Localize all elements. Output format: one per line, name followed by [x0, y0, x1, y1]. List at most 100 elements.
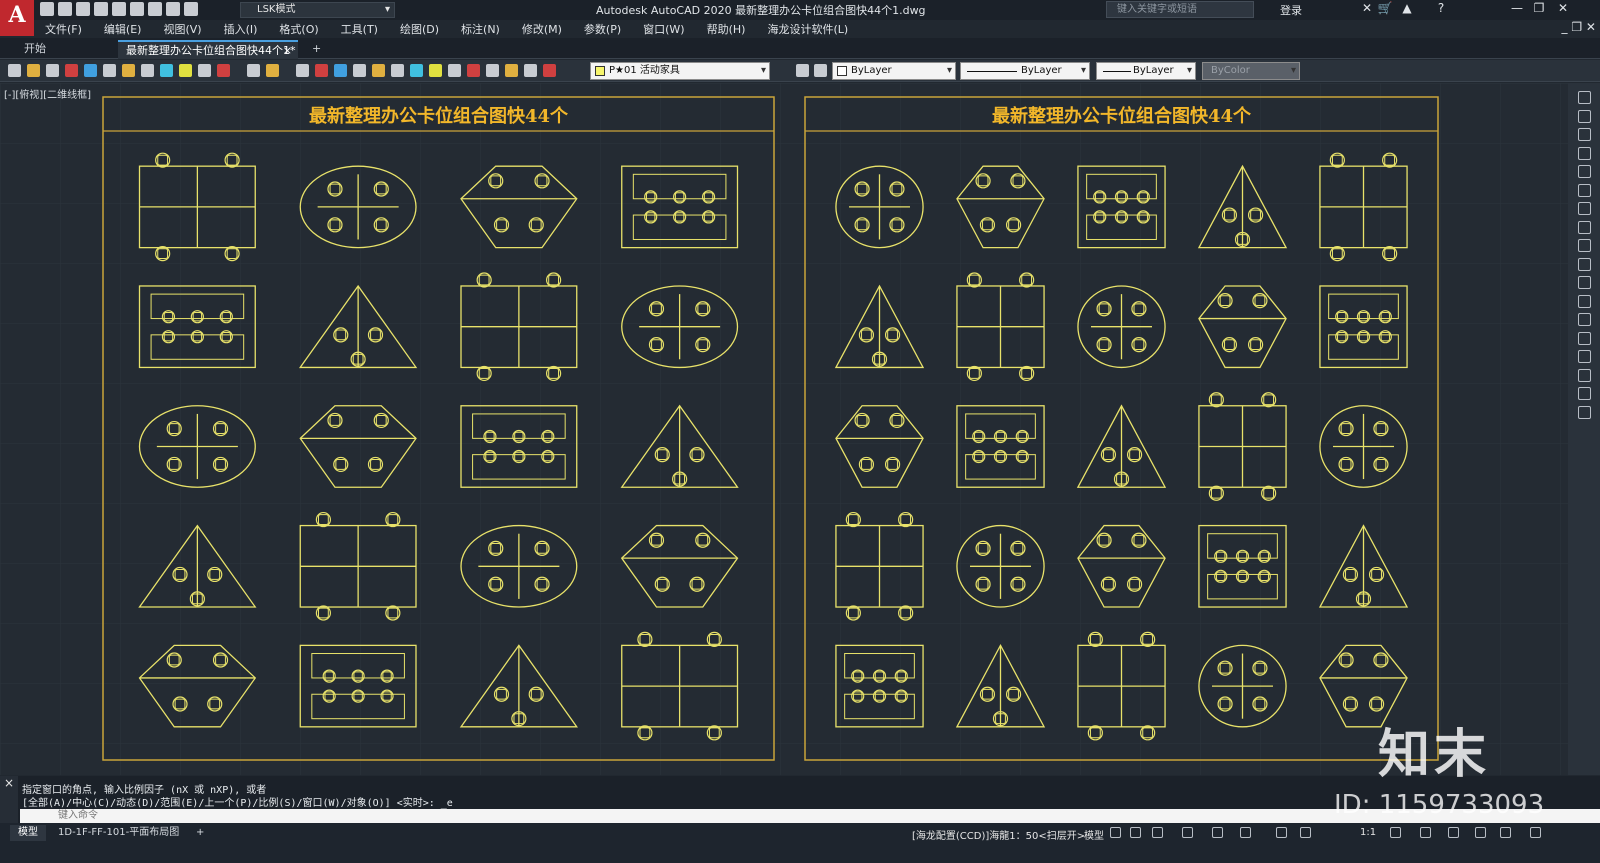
match-prop-icon[interactable]: [179, 64, 192, 77]
preview-icon[interactable]: [84, 64, 97, 77]
plot-icon[interactable]: [148, 2, 162, 16]
markup-icon[interactable]: [448, 64, 461, 77]
plotstyle-select[interactable]: ByColor: [1202, 62, 1300, 80]
nav-tool-icon[interactable]: [1578, 350, 1591, 363]
menu-item[interactable]: 窗口(W): [632, 21, 695, 37]
open-web-icon[interactable]: [112, 2, 126, 16]
tool-palette-icon[interactable]: [410, 64, 423, 77]
redo-icon[interactable]: [184, 2, 198, 16]
nav-tool-icon[interactable]: [1578, 257, 1591, 271]
nav-tool-icon[interactable]: [1578, 387, 1591, 400]
nav-tool-icon[interactable]: [1578, 239, 1591, 252]
close-icon[interactable]: ✕: [1554, 1, 1572, 15]
workstation-block[interactable]: [621, 285, 739, 369]
redo-icon[interactable]: [266, 64, 279, 77]
menu-item[interactable]: 工具(T): [330, 21, 389, 37]
publish-icon[interactable]: [103, 64, 116, 77]
calc-icon[interactable]: [467, 64, 480, 77]
workstation-block[interactable]: [299, 165, 417, 249]
menu-item[interactable]: 参数(P): [573, 21, 632, 37]
polar-icon[interactable]: [1182, 827, 1193, 838]
menu-item[interactable]: 绘图(D): [389, 21, 450, 37]
nav-tool-icon[interactable]: [1578, 220, 1591, 234]
open-icon[interactable]: [27, 64, 40, 77]
nav-tool-icon[interactable]: [1578, 146, 1591, 160]
menu-item[interactable]: 格式(O): [268, 21, 329, 37]
help-search-input[interactable]: 键入关键字或短语: [1106, 1, 1254, 18]
hardware-accel-icon[interactable]: [1475, 827, 1486, 838]
layer-prop-icon[interactable]: [486, 64, 499, 77]
pan-icon[interactable]: [296, 64, 309, 77]
menu-item[interactable]: 视图(V): [152, 21, 212, 37]
layer-select[interactable]: P★01 活动家具: [590, 62, 770, 80]
nav-tool-icon[interactable]: [1578, 109, 1591, 123]
otrack-icon[interactable]: [1240, 827, 1251, 838]
undo-icon[interactable]: [166, 2, 180, 16]
cut-icon[interactable]: [122, 64, 135, 77]
nav-tool-icon[interactable]: [1578, 165, 1591, 178]
paste-icon[interactable]: [160, 64, 173, 77]
menu-item[interactable]: 帮助(H): [696, 21, 757, 37]
cart-icon[interactable]: 🛒: [1376, 1, 1394, 15]
color-select[interactable]: ByLayer: [832, 62, 956, 80]
nav-tool-icon[interactable]: [1578, 128, 1591, 141]
annotation-visibility-icon[interactable]: [1276, 827, 1287, 838]
annotation-scale[interactable]: 1:1: [1360, 827, 1376, 838]
copy-icon[interactable]: [141, 64, 154, 77]
menu-item[interactable]: 插入(I): [213, 21, 269, 37]
undo-icon[interactable]: [247, 64, 260, 77]
layer-freeze-icon[interactable]: [524, 64, 537, 77]
nav-tool-icon[interactable]: [1578, 183, 1591, 197]
workspace-select[interactable]: LSK模式: [240, 2, 395, 18]
nav-tool-icon[interactable]: [1578, 368, 1591, 382]
model-space-toggle[interactable]: 模型: [1084, 827, 1104, 842]
cad-drawing[interactable]: 最新整理办公卡位组合图快44个 最新整理办公卡位组合图快44个: [0, 83, 1568, 775]
layer-state-icon[interactable]: [505, 64, 518, 77]
plus-icon[interactable]: [1420, 827, 1431, 838]
autocad-logo-icon[interactable]: A: [0, 0, 34, 36]
menu-item[interactable]: 海龙设计软件(L): [756, 21, 859, 37]
layout-tab-model[interactable]: 模型: [10, 825, 46, 841]
layer-prev-icon[interactable]: [796, 64, 809, 77]
save-web-icon[interactable]: [130, 2, 144, 16]
login-button[interactable]: 登录: [1280, 2, 1302, 18]
community-icon[interactable]: ▲: [1398, 1, 1416, 15]
save-icon[interactable]: [46, 64, 59, 77]
print-icon[interactable]: [65, 64, 78, 77]
nav-tool-icon[interactable]: [1578, 294, 1591, 308]
tab-close-icon[interactable]: ×: [283, 42, 292, 59]
linetype-select[interactable]: ByLayer: [960, 62, 1090, 80]
grid-icon[interactable]: [1110, 827, 1121, 838]
snap-icon[interactable]: [1130, 827, 1141, 838]
lineweight-select[interactable]: ByLayer: [1096, 62, 1196, 80]
zoom-realtime-icon[interactable]: [315, 64, 328, 77]
viewport-controls[interactable]: [-][俯视][二维线框]: [4, 86, 91, 101]
drawing-viewport[interactable]: 最新整理办公卡位组合图快44个 最新整理办公卡位组合图快44个 [-][俯视][二…: [0, 83, 1568, 775]
layer-lock-icon[interactable]: [543, 64, 556, 77]
workstation-block[interactable]: [835, 165, 924, 249]
minimize-icon[interactable]: —: [1508, 1, 1526, 15]
layout-tab-sheet[interactable]: 1D-1F-FF-101-平面布局图: [50, 825, 187, 841]
nav-tool-icon[interactable]: [1578, 313, 1591, 326]
autoscale-icon[interactable]: [1300, 827, 1311, 838]
workstation-block[interactable]: [138, 405, 256, 488]
doc-window-controls[interactable]: _ ❐ ✕: [1562, 20, 1596, 34]
tab-drawing[interactable]: 最新整理办公卡位组合图快44个1* ×: [118, 40, 298, 59]
add-layout-button[interactable]: +: [188, 825, 212, 841]
nav-tool-icon[interactable]: [1578, 91, 1591, 104]
nav-tool-icon[interactable]: [1578, 405, 1591, 419]
nav-tool-icon[interactable]: [1578, 202, 1591, 215]
nav-tool-icon[interactable]: [1578, 276, 1591, 289]
save-icon[interactable]: [76, 2, 90, 16]
workstation-block[interactable]: [460, 524, 578, 608]
tab-start[interactable]: 开始: [16, 40, 116, 59]
layer-iso-icon[interactable]: [814, 64, 827, 77]
menu-item[interactable]: 标注(N): [450, 21, 511, 37]
new-icon[interactable]: [8, 64, 21, 77]
customization-icon[interactable]: [1530, 827, 1541, 838]
new-tab-button[interactable]: +: [304, 40, 329, 59]
save-as-icon[interactable]: [94, 2, 108, 16]
design-center-icon[interactable]: [391, 64, 404, 77]
command-close-icon[interactable]: ×: [0, 776, 18, 823]
block-icon[interactable]: [198, 64, 211, 77]
